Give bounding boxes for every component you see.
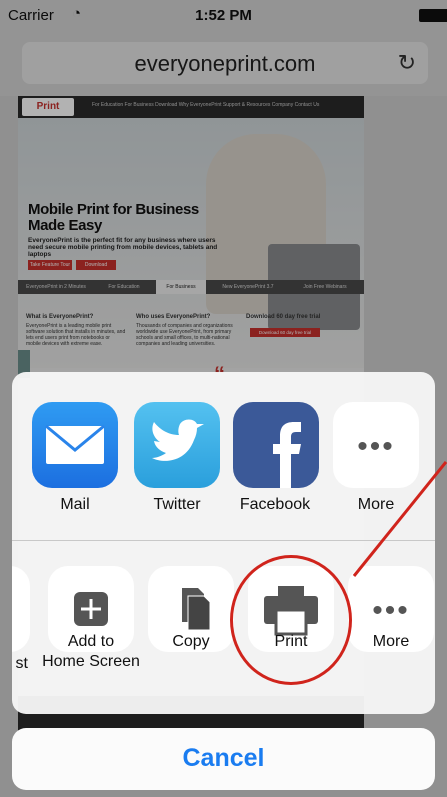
more-actions-label: More bbox=[372, 633, 410, 650]
copy-label: Copy bbox=[172, 633, 210, 650]
partial-action-button[interactable] bbox=[12, 566, 30, 652]
cancel-label: Cancel bbox=[182, 744, 265, 772]
mail-icon bbox=[45, 424, 105, 464]
twitter-label: Twitter bbox=[153, 496, 201, 513]
annotation-arrow-line bbox=[352, 461, 447, 577]
facebook-app-button[interactable] bbox=[233, 402, 319, 488]
partial-action-label: st bbox=[15, 655, 28, 672]
mail-app-button[interactable] bbox=[32, 402, 118, 488]
twitter-icon bbox=[152, 419, 204, 461]
mail-label: Mail bbox=[60, 496, 90, 513]
cancel-button[interactable]: Cancel bbox=[12, 728, 435, 790]
facebook-icon bbox=[273, 422, 301, 488]
twitter-app-button[interactable] bbox=[134, 402, 220, 488]
more-dots-icon: ••• bbox=[372, 594, 410, 627]
annotation-circle bbox=[230, 555, 352, 685]
more-dots-icon: ••• bbox=[357, 430, 395, 463]
facebook-label: Facebook bbox=[239, 496, 311, 513]
add-to-home-screen-label: Add to Home Screen bbox=[42, 633, 140, 670]
